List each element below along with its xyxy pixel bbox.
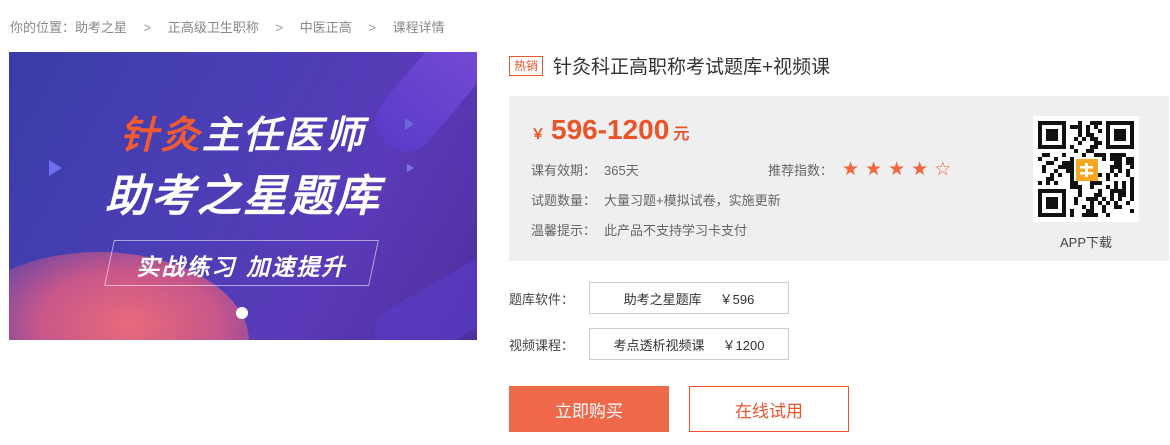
- breadcrumb-separator: >: [368, 20, 376, 35]
- app-download-label: APP下载: [1059, 235, 1112, 250]
- quantity-info: 试题数量： 大量习题+模拟试卷，实施更新: [531, 190, 781, 209]
- banner-headline-highlight: 针灸: [119, 113, 202, 157]
- star-filled-icon: ★: [865, 159, 883, 180]
- breadcrumb-prefix: 你的位置：: [10, 20, 76, 35]
- hot-badge: 热销: [509, 55, 544, 76]
- option-price: ￥1200: [722, 337, 765, 353]
- breadcrumb-item-home[interactable]: 助考之星: [75, 20, 127, 35]
- product-banner[interactable]: 针灸主任医师 助考之星题库 实战练习 加速提升: [9, 52, 477, 340]
- banner-subheadline: 助考之星题库: [105, 171, 381, 222]
- notice-info: 温馨提示： 此产品不支持学习卡支付: [531, 220, 747, 239]
- breadcrumb: 你的位置：助考之星 > 正高级卫生职称 > 中医正高 > 课程详情: [10, 17, 445, 36]
- rating-info: 推荐指数：: [768, 160, 833, 179]
- breadcrumb-item-current[interactable]: 课程详情: [393, 20, 445, 35]
- product-title: 针灸科正高职称考试题库+视频课: [553, 57, 831, 78]
- price-unit: 元: [673, 126, 690, 143]
- validity-value: 365天: [604, 163, 639, 178]
- qr-code-icon: [1033, 116, 1139, 222]
- option-software-button[interactable]: 助考之星题库 ￥596: [589, 282, 789, 314]
- banner-slogan: 实战练习 加速提升: [136, 255, 347, 281]
- price-info-panel: ￥ 596-1200 元 课有效期： 365天 推荐指数： ★ ★ ★ ★ ☆ 试题数量： 大量…: [509, 96, 1169, 261]
- buy-now-button[interactable]: 立即购买: [509, 386, 669, 432]
- star-filled-icon: ★: [842, 159, 860, 180]
- banner-decoration: [364, 248, 477, 340]
- option-video-button[interactable]: 考点透析视频课 ￥1200: [589, 328, 789, 360]
- price-range: 596-1200: [551, 114, 670, 145]
- option-row-video: 视频课程： 考点透析视频课 ￥1200: [509, 328, 789, 360]
- validity-info: 课有效期： 365天: [531, 160, 639, 179]
- breadcrumb-separator: >: [143, 20, 152, 35]
- option-name: 助考之星题库: [623, 291, 702, 307]
- star-filled-icon: ★: [911, 159, 929, 180]
- rating-label: 推荐指数：: [768, 163, 834, 178]
- star-filled-icon: ★: [888, 159, 906, 180]
- option-label: 视频课程：: [509, 337, 575, 353]
- product-title-row: 热销 针灸科正高职称考试题库+视频课: [509, 52, 830, 79]
- online-trial-button[interactable]: 在线试用: [689, 386, 849, 432]
- notice-value: 此产品不支持学习卡支付: [604, 223, 748, 238]
- option-row-software: 题库软件： 助考之星题库 ￥596: [509, 282, 789, 314]
- banner-headline: 针灸主任医师: [9, 104, 477, 159]
- quantity-value: 大量习题+模拟试卷，实施更新: [604, 193, 781, 208]
- breadcrumb-separator: >: [275, 20, 284, 35]
- breadcrumb-item-category[interactable]: 正高级卫生职称: [168, 20, 259, 35]
- star-empty-icon: ☆: [934, 159, 952, 180]
- option-price: ￥596: [719, 291, 755, 307]
- option-name: 考点透析视频课: [613, 337, 705, 353]
- price: ￥ 596-1200 元: [531, 114, 689, 146]
- quantity-label: 试题数量：: [531, 193, 597, 208]
- banner-headline-rest: 主任医师: [202, 113, 367, 157]
- breadcrumb-item-subcategory[interactable]: 中医正高: [300, 20, 352, 35]
- notice-label: 温馨提示：: [531, 223, 597, 238]
- option-label: 题库软件：: [509, 291, 575, 307]
- price-currency: ￥: [531, 126, 545, 142]
- validity-label: 课有效期：: [531, 163, 597, 178]
- carousel-dot[interactable]: [236, 307, 248, 319]
- rating-stars: ★ ★ ★ ★ ☆: [842, 160, 957, 180]
